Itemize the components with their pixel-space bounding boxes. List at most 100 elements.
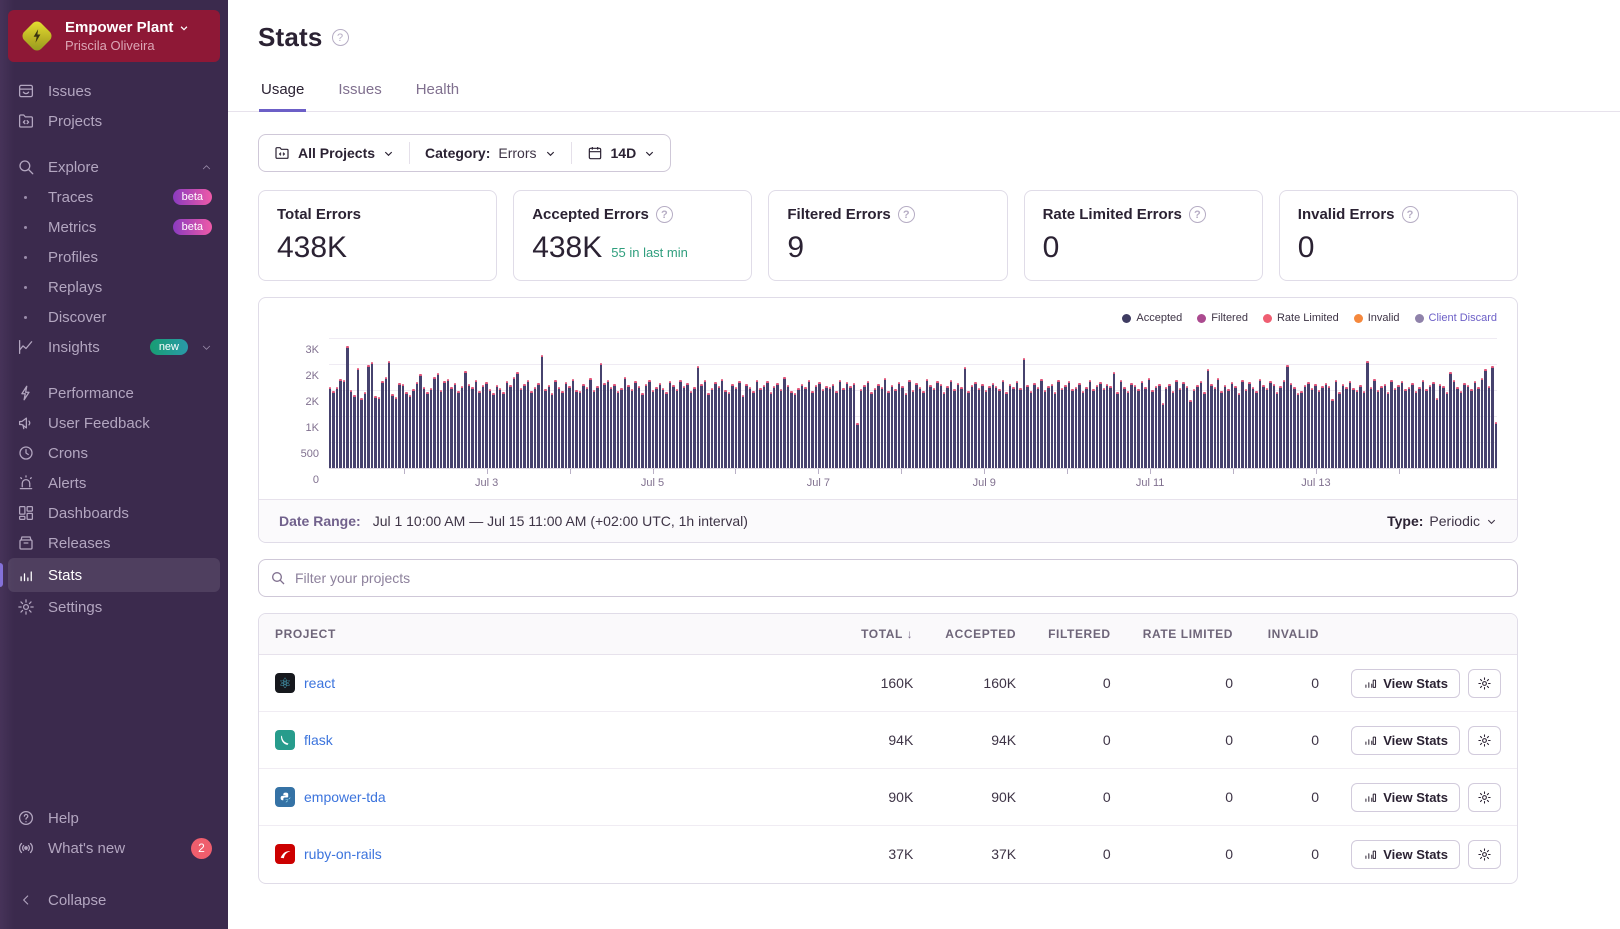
sidebar-item-replays[interactable]: Replays <box>0 272 228 302</box>
legend-item-rate-limited[interactable]: Rate Limited <box>1262 312 1339 324</box>
sidebar-item-metrics[interactable]: Metrics beta <box>0 212 228 242</box>
view-stats-button[interactable]: View Stats <box>1351 839 1460 869</box>
type-dropdown[interactable]: Type: Periodic <box>1387 513 1497 529</box>
view-stats-button[interactable]: View Stats <box>1351 782 1460 812</box>
sidebar-item-label: Explore <box>48 158 99 176</box>
column-header-filtered[interactable]: FILTERED <box>1032 614 1127 655</box>
column-header-accepted[interactable]: ACCEPTED <box>929 614 1033 655</box>
legend-item-invalid[interactable]: Invalid <box>1353 312 1400 324</box>
tab-health[interactable]: Health <box>414 75 461 112</box>
chart-bar <box>1432 381 1435 468</box>
project-settings-button[interactable] <box>1468 839 1501 869</box>
sidebar-item-settings[interactable]: Settings <box>0 592 228 622</box>
tab-usage[interactable]: Usage <box>259 75 307 112</box>
project-link-flask[interactable]: flask <box>304 732 333 748</box>
project-filter-dropdown[interactable]: All Projects <box>259 135 409 171</box>
sidebar-item-alerts[interactable]: Alerts <box>0 468 228 498</box>
category-filter-dropdown[interactable]: Category: Errors <box>410 135 570 171</box>
sidebar-item-collapse[interactable]: Collapse <box>0 885 228 915</box>
sidebar-item-projects[interactable]: Projects <box>0 106 228 136</box>
chart-bar <box>495 384 498 468</box>
chart-bar <box>918 386 922 468</box>
chart-bar <box>1119 379 1123 468</box>
sidebar-item-issues[interactable]: Issues <box>0 76 228 106</box>
chart-bar <box>825 385 828 468</box>
project-link-empower-tda[interactable]: empower-tda <box>304 789 386 805</box>
sidebar-item-user-feedback[interactable]: User Feedback <box>0 408 228 438</box>
chart-bar <box>783 376 786 468</box>
card-rate-limited-errors: Rate Limited Errors? 0 <box>1023 190 1263 281</box>
help-icon[interactable]: ? <box>1401 206 1419 223</box>
chart-bar <box>1213 386 1216 468</box>
broadcast-icon <box>16 839 35 858</box>
page-help-icon[interactable]: ? <box>331 29 349 46</box>
chart-bar <box>828 386 831 468</box>
chart-bar <box>516 371 519 468</box>
sidebar-item-explore[interactable]: Explore <box>0 152 228 182</box>
project-settings-button[interactable] <box>1468 725 1501 755</box>
sidebar-item-crons[interactable]: Crons <box>0 438 228 468</box>
tab-issues[interactable]: Issues <box>336 75 383 112</box>
chart-bar <box>956 382 960 468</box>
chart-bar <box>329 387 332 468</box>
legend-dot <box>1122 313 1132 323</box>
y-axis-label: 500 <box>300 448 319 460</box>
column-header-rate-limited[interactable]: RATE LIMITED <box>1126 614 1249 655</box>
help-icon[interactable]: ? <box>1188 206 1206 223</box>
chart-bar <box>922 391 925 468</box>
view-stats-button[interactable]: View Stats <box>1351 725 1460 755</box>
chart-bar <box>870 392 873 468</box>
org-user: Priscila Oliveira <box>65 38 155 53</box>
column-header-total[interactable]: TOTAL ↓ <box>833 614 930 655</box>
chart-bar <box>1015 380 1019 468</box>
cell-invalid: 0 <box>1249 768 1335 826</box>
project-settings-button[interactable] <box>1468 668 1501 698</box>
card-total-errors: Total Errors 438K <box>258 190 498 281</box>
settings-icon <box>16 598 35 617</box>
chart-bar <box>1043 390 1047 468</box>
chart-bar <box>422 386 426 468</box>
card-title: Filtered Errors <box>787 206 891 223</box>
sidebar-item-label: Stats <box>48 566 83 584</box>
project-link-react[interactable]: react <box>304 675 335 691</box>
project-link-ruby-on-rails[interactable]: ruby-on-rails <box>304 846 382 862</box>
project-search-input[interactable] <box>258 559 1518 597</box>
chart-bar <box>1272 383 1275 468</box>
help-icon[interactable]: ? <box>897 206 915 223</box>
sidebar-item-releases[interactable]: Releases <box>0 528 228 558</box>
chart-bar <box>1466 384 1470 468</box>
chart-bar <box>1293 386 1296 468</box>
chart-bar <box>429 387 433 468</box>
view-stats-button[interactable]: View Stats <box>1351 668 1460 698</box>
chart-bar <box>1154 385 1158 468</box>
chart-bar <box>1258 378 1262 468</box>
cell-accepted: 160K <box>929 654 1033 712</box>
chart-bar <box>897 381 901 468</box>
sidebar-item-stats[interactable]: Stats <box>0 558 220 592</box>
chart-bar <box>873 387 877 468</box>
project-settings-button[interactable] <box>1468 782 1501 812</box>
sidebar-item-what-s-new[interactable]: What's new 2 <box>0 833 228 863</box>
chart-bar <box>1321 385 1324 468</box>
sidebar-item-profiles[interactable]: Profiles <box>0 242 228 272</box>
bullet-icon <box>16 248 35 267</box>
legend-item-filtered[interactable]: Filtered <box>1197 312 1248 324</box>
chart-bar <box>738 380 741 468</box>
legend-item-client-discard[interactable]: Client Discard <box>1414 312 1497 324</box>
sidebar-item-discover[interactable]: Discover <box>0 302 228 332</box>
sidebar-item-performance[interactable]: Performance <box>0 378 228 408</box>
legend-item-accepted[interactable]: Accepted <box>1122 312 1182 324</box>
sidebar-item-traces[interactable]: Traces beta <box>0 182 228 212</box>
chart-bar <box>1473 380 1477 468</box>
chart-bar <box>1085 386 1088 468</box>
org-switcher[interactable]: Empower Plant Priscila Oliveira <box>8 10 220 62</box>
help-icon[interactable]: ? <box>655 206 673 223</box>
sidebar-item-insights[interactable]: Insights new <box>0 332 228 362</box>
column-header-invalid[interactable]: INVALID <box>1249 614 1335 655</box>
date-range-dropdown[interactable]: 14D <box>572 135 671 171</box>
column-header-project[interactable]: PROJECT <box>259 614 834 655</box>
sidebar-item-help[interactable]: Help <box>0 803 228 833</box>
chart-bar <box>1314 383 1317 468</box>
legend-label: Client Discard <box>1428 312 1497 324</box>
sidebar-item-dashboards[interactable]: Dashboards <box>0 498 228 528</box>
